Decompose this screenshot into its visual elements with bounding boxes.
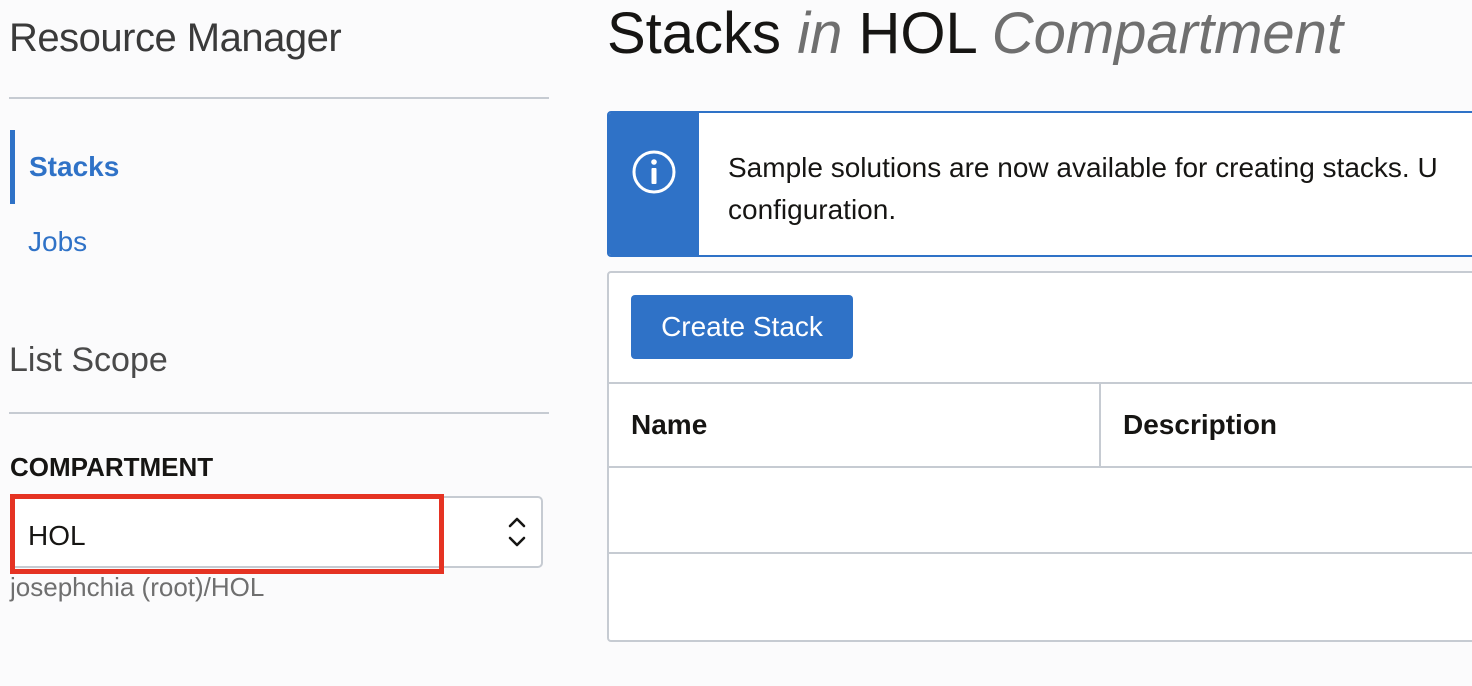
info-banner-line: Sample solutions are now available for c… <box>728 152 1438 183</box>
page-title: Stacks in HOL Compartment <box>607 0 1343 67</box>
title-compartment-name: HOL <box>858 1 976 66</box>
page: Resource Manager Stacks Jobs List Scope … <box>0 0 1472 686</box>
compartment-label: COMPARTMENT <box>10 452 214 482</box>
title-compartment-word: Compartment <box>991 1 1344 66</box>
column-divider <box>1099 384 1101 466</box>
column-header-name[interactable]: Name <box>631 384 707 466</box>
create-stack-button[interactable]: Create Stack <box>631 295 853 359</box>
sidebar-title: Resource Manager <box>9 16 342 60</box>
sidebar-divider <box>9 97 549 99</box>
sidebar-item-label: Stacks <box>29 151 120 182</box>
sidebar-item-jobs[interactable]: Jobs <box>10 205 310 279</box>
title-preposition: in <box>797 1 843 66</box>
table-row <box>609 468 1472 554</box>
compartment-select[interactable]: HOL <box>10 496 543 568</box>
list-scope-title: List Scope <box>9 341 168 379</box>
sidebar-item-stacks[interactable]: Stacks <box>10 130 315 204</box>
table-header: Name Description <box>609 382 1472 468</box>
info-banner-line: configuration. <box>728 194 897 225</box>
column-header-description[interactable]: Description <box>1123 384 1277 466</box>
table-row <box>609 554 1472 640</box>
compartment-path: josephchia (root)/HOL <box>10 572 265 602</box>
info-banner-message: Sample solutions are now available for c… <box>728 147 1472 231</box>
info-icon <box>632 150 676 194</box>
chevron-up-down-icon <box>508 517 526 547</box>
info-banner-strip <box>609 113 699 255</box>
compartment-select-value: HOL <box>28 520 86 551</box>
info-banner: Sample solutions are now available for c… <box>607 111 1472 257</box>
stacks-table-panel: Create Stack Name Description <box>607 271 1472 642</box>
list-scope-divider <box>9 412 549 414</box>
title-resource: Stacks <box>607 1 782 66</box>
sidebar-item-label: Jobs <box>28 226 88 257</box>
